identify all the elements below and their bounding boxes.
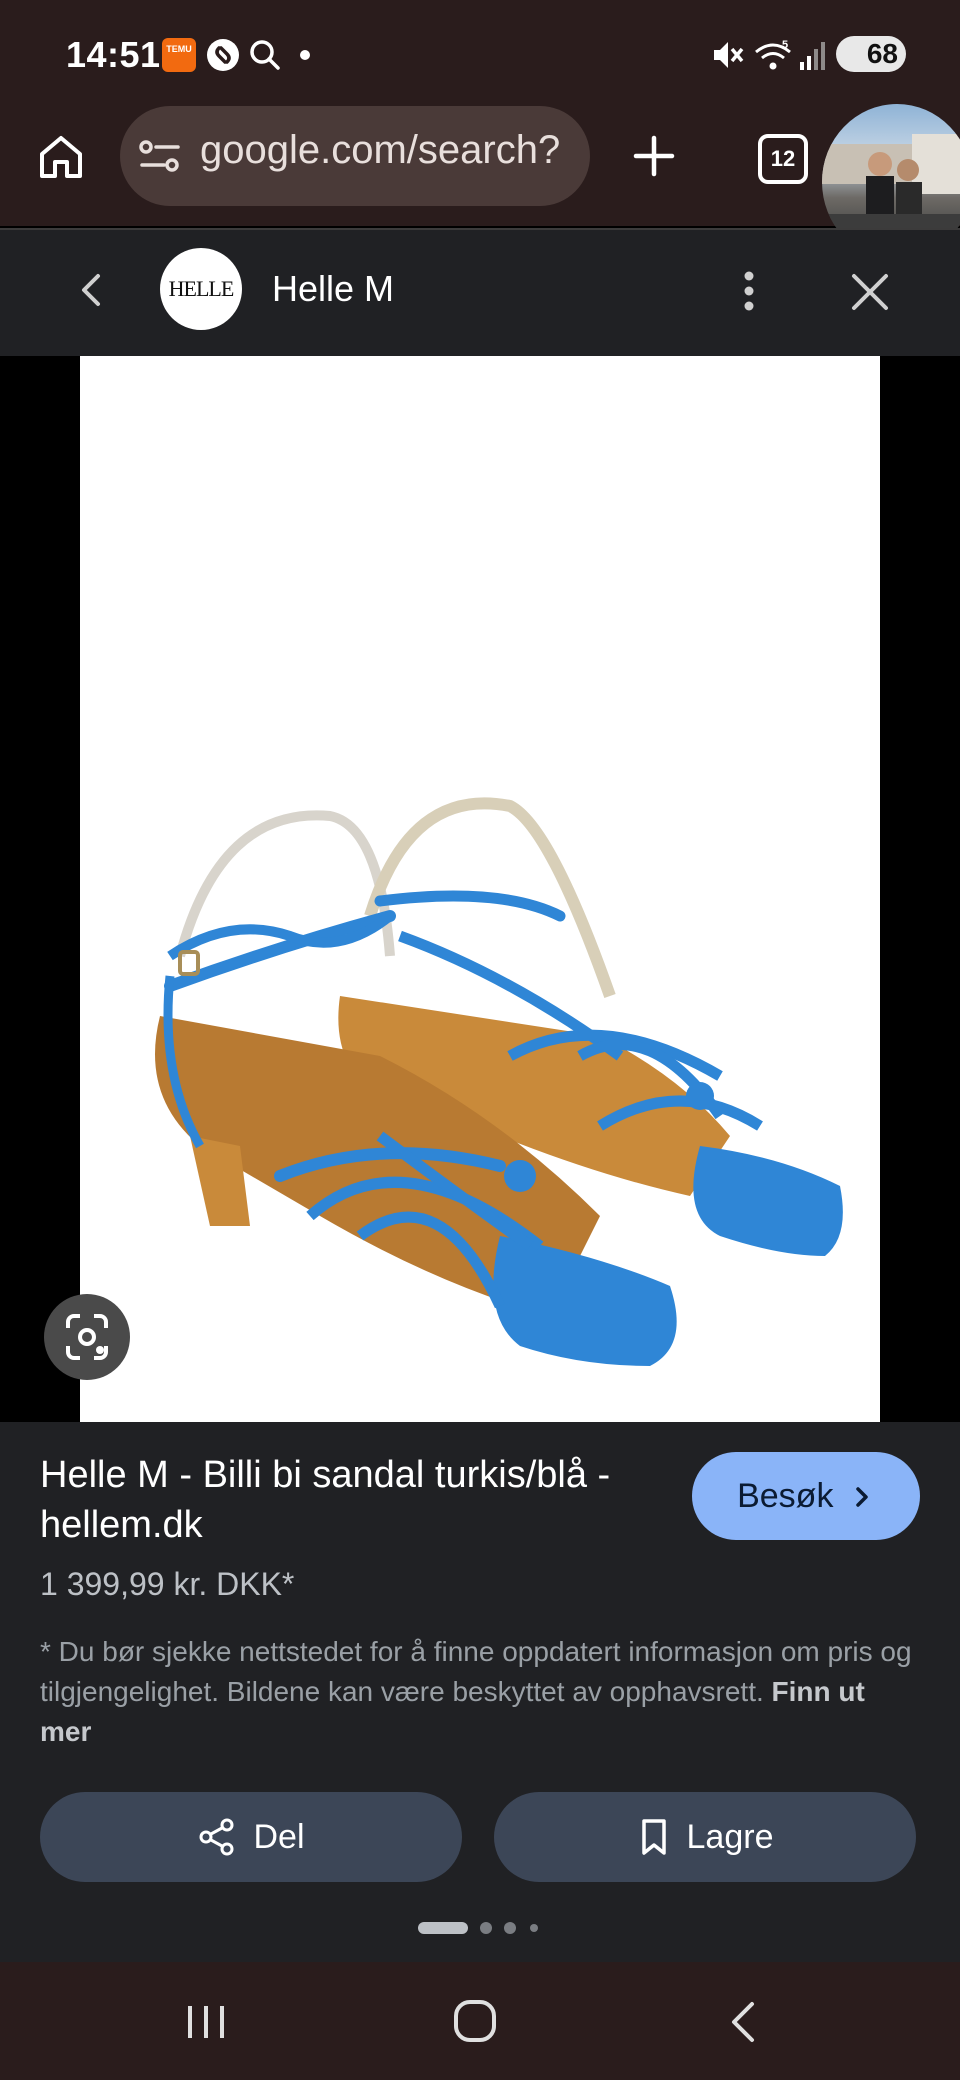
site-settings-icon[interactable] (138, 138, 182, 174)
back-chevron-icon[interactable] (74, 270, 108, 310)
product-title[interactable]: Helle M - Billi bi sandal turkis/blå - h… (40, 1450, 660, 1550)
mute-icon (714, 42, 744, 68)
save-button-label: Lagre (686, 1817, 774, 1856)
lens-icon (66, 1314, 108, 1360)
disclaimer-text: * Du bør sjekke nettstedet for å finne o… (40, 1632, 920, 1752)
url-text[interactable]: google.com/search? (200, 128, 560, 173)
temu-icon: TEMU (162, 38, 196, 72)
dot-icon (300, 50, 310, 60)
share-button-label: Del (253, 1817, 305, 1856)
visit-button-label: Besøk (737, 1477, 834, 1515)
share-button[interactable]: Del (40, 1792, 462, 1882)
bookmark-icon (641, 1819, 666, 1855)
product-price: 1 399,99 kr. DKK* (40, 1566, 295, 1602)
home-icon[interactable] (36, 132, 86, 182)
status-time: 14:51 (66, 34, 161, 75)
site-logo: HELLE M (160, 248, 242, 383)
visit-button[interactable]: Besøk (692, 1452, 920, 1540)
lens-search-button[interactable] (44, 1294, 130, 1380)
share-icon (199, 1818, 234, 1856)
close-icon[interactable] (848, 270, 892, 314)
battery-icon: 68 (836, 36, 906, 72)
product-image[interactable] (80, 356, 880, 1422)
save-button[interactable]: Lagre (494, 1792, 916, 1882)
site-name[interactable]: Helle M (272, 268, 394, 310)
home-nav-icon[interactable] (452, 1998, 498, 2044)
shazam-icon (207, 39, 239, 71)
new-tab-icon[interactable] (632, 134, 676, 178)
status-bar: 14:51 TEMU 5 68 (0, 0, 960, 110)
back-nav-icon[interactable] (726, 2000, 760, 2044)
recent-apps-icon[interactable] (184, 2002, 228, 2042)
wifi-icon: 5 (755, 39, 791, 70)
signal-icon (800, 42, 825, 70)
more-options-icon[interactable] (736, 268, 762, 314)
svg-text:5: 5 (782, 39, 788, 51)
pagination-dots (418, 1922, 538, 1934)
search-icon (250, 40, 280, 70)
sandal-illustration (155, 797, 843, 1366)
image-panel-header (0, 228, 960, 358)
chevron-right-icon (856, 1487, 868, 1507)
tab-switcher-button[interactable]: 12 (758, 134, 808, 184)
